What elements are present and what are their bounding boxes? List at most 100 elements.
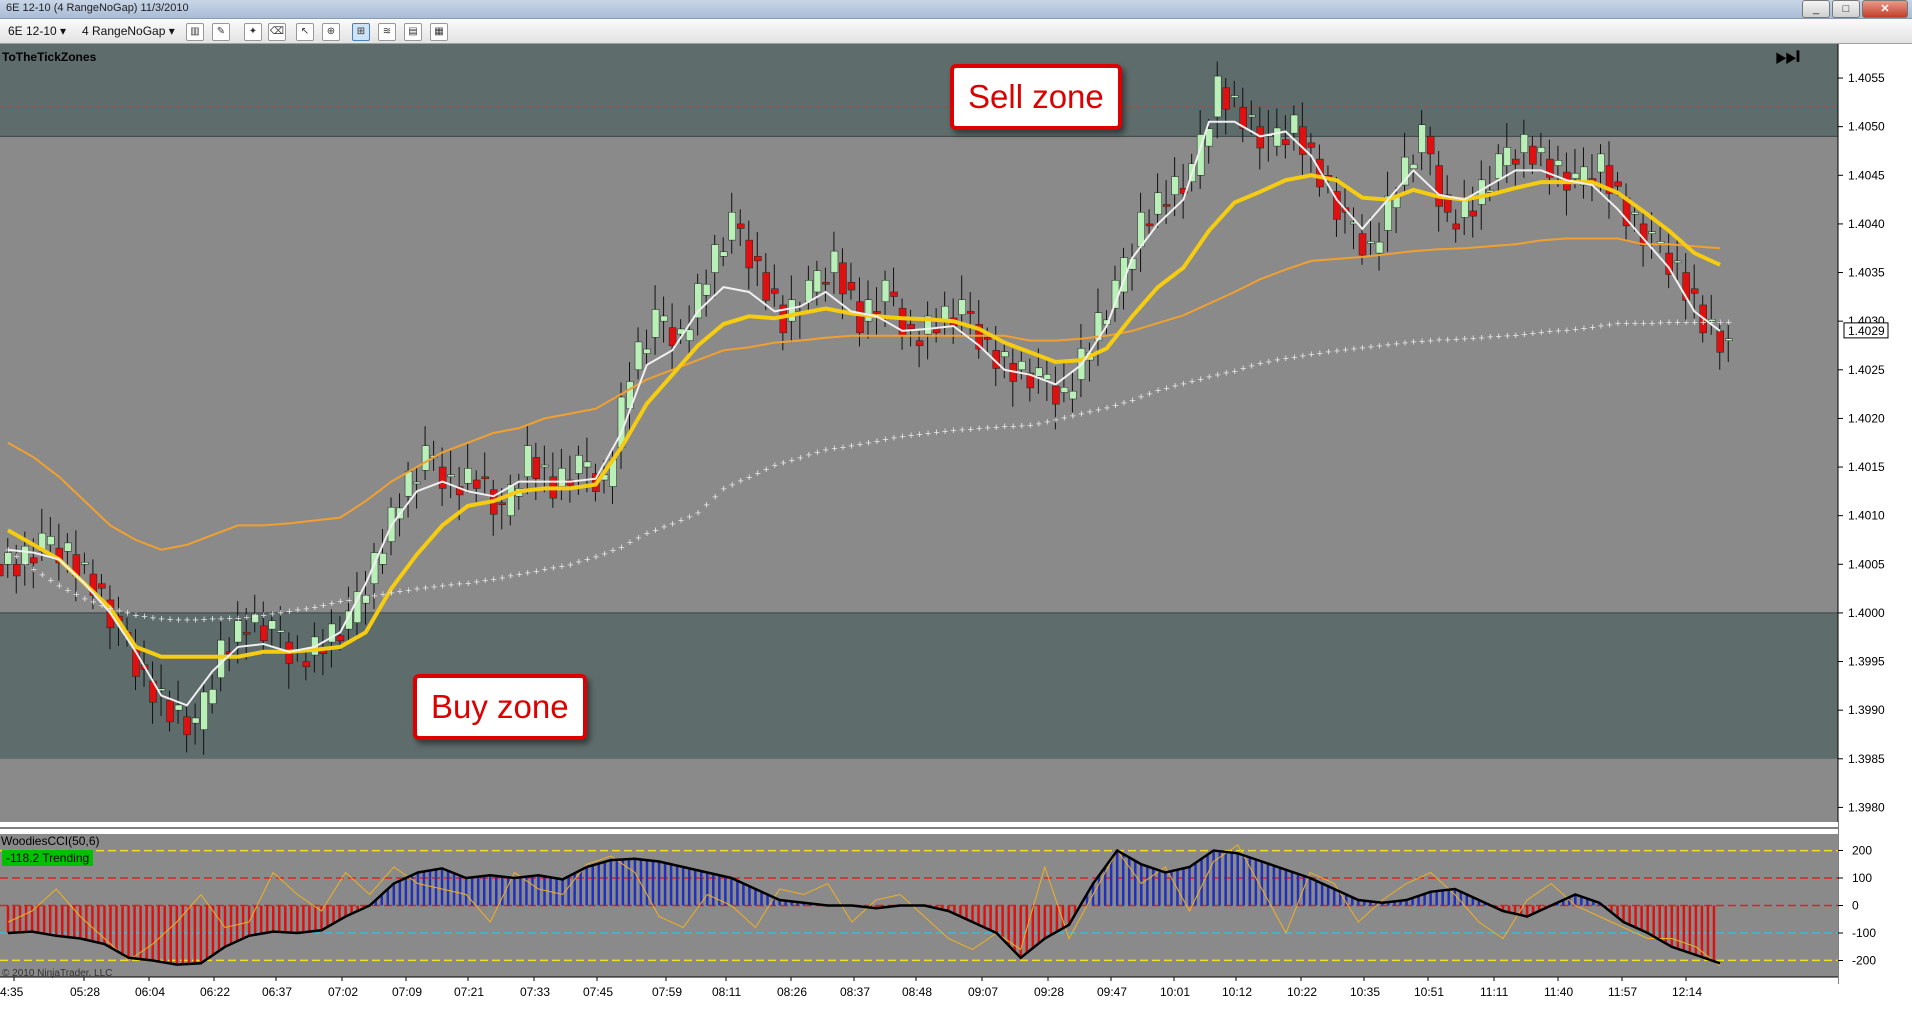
candle-down: [472, 479, 481, 489]
trend-dot: +: [346, 595, 352, 607]
time-tick-label: 07:21: [454, 985, 484, 999]
price-tick-label: 1.4050: [1848, 120, 1885, 134]
trend-dot: +: [848, 441, 854, 453]
trend-dot: +: [601, 548, 607, 560]
candle-up: [958, 299, 966, 315]
period-selector[interactable]: 4 RangeNoGap ▾: [82, 22, 175, 40]
bar-type-icon[interactable]: ▥: [186, 23, 204, 41]
candle-up: [1069, 390, 1077, 400]
close-button[interactable]: ✕: [1862, 0, 1908, 18]
buy-zone-callout: Buy zone: [413, 674, 587, 740]
price-chart[interactable]: 1.40551.40501.40451.40401.40351.40301.40…: [0, 44, 1912, 1009]
candle-up: [1495, 153, 1503, 179]
instrument-selector[interactable]: 6E 12-10 ▾: [8, 22, 66, 40]
strategies-icon[interactable]: ▤: [404, 23, 422, 41]
indicators-icon[interactable]: ≋: [378, 23, 396, 41]
chart-area[interactable]: 1.4055 1.4050 1.4045 1.4040 1.4035 1.4030 1.40…: [0, 40, 1912, 1009]
trend-dot: +: [1513, 330, 1519, 342]
candle-down: [336, 635, 345, 642]
trend-dot: +: [1564, 325, 1570, 337]
pencil-icon[interactable]: ✎: [212, 23, 230, 41]
trend-dot: +: [1649, 318, 1655, 330]
price-tick-label: 1.4005: [1848, 557, 1885, 571]
trend-dot: +: [508, 571, 514, 583]
trend-dot: +: [933, 427, 939, 439]
candle-down: [183, 716, 191, 736]
candle-up: [583, 461, 592, 468]
drawing-tools-icon[interactable]: ✦: [244, 23, 262, 41]
candle-up: [702, 283, 711, 296]
properties-icon[interactable]: ▦: [430, 23, 448, 41]
candle-down: [907, 324, 915, 330]
trend-dot: +: [158, 614, 164, 626]
candle-down: [481, 476, 489, 480]
trend-dot: +: [882, 434, 888, 446]
trend-dot: +: [218, 613, 224, 625]
candle-down: [1435, 165, 1443, 207]
trend-dot: +: [899, 431, 905, 443]
candle-up: [864, 299, 873, 322]
zoom-icon[interactable]: ⊕: [322, 23, 340, 41]
candle-up: [788, 299, 796, 322]
trend-dot: +: [1240, 363, 1246, 375]
cci-tick-label: -100: [1852, 926, 1876, 940]
trend-dot: +: [1095, 405, 1101, 417]
maximize-button[interactable]: □: [1832, 0, 1860, 18]
candle-up: [174, 704, 183, 711]
candle-down: [302, 661, 311, 667]
trend-dot: +: [124, 608, 130, 620]
trend-dot: +: [278, 607, 284, 619]
eraser-icon[interactable]: ⌫: [268, 23, 286, 41]
trend-dot: +: [1027, 420, 1033, 432]
trend-dot: +: [82, 593, 88, 605]
candle-up: [1554, 160, 1563, 166]
trend-dot: +: [243, 612, 249, 624]
trend-dot: +: [422, 583, 428, 595]
trend-dot: +: [226, 613, 232, 625]
trend-dot: +: [1325, 347, 1331, 359]
time-tick-label: 08:48: [902, 985, 932, 999]
trend-dot: +: [1334, 345, 1340, 357]
trend-dot: +: [1342, 344, 1348, 356]
candle-up: [719, 251, 728, 257]
candle-up: [575, 455, 583, 474]
cursor-icon[interactable]: ↖: [296, 23, 314, 41]
time-tick-label: 11:40: [1544, 985, 1573, 999]
trend-dot: +: [1436, 335, 1442, 347]
candle-up: [1725, 338, 1733, 341]
candle-down: [13, 564, 21, 577]
candle-down: [847, 282, 856, 291]
cci-tick-label: 200: [1852, 844, 1872, 858]
trend-dot: +: [1291, 352, 1297, 364]
minimize-button[interactable]: _: [1802, 0, 1830, 18]
candle-down: [1469, 210, 1477, 217]
trend-dot: +: [431, 582, 437, 594]
trend-dot: +: [490, 574, 496, 586]
time-tick-label: 09:07: [968, 985, 998, 999]
time-tick-label: 12:14: [1672, 985, 1702, 999]
cci-tick-label: 0: [1852, 899, 1859, 913]
trend-dot: +: [1700, 317, 1706, 329]
trend-dot: +: [695, 508, 701, 520]
trend-dot: +: [1444, 334, 1450, 346]
candle-up: [277, 630, 285, 633]
time-tick-label: 10:01: [1160, 985, 1190, 999]
trend-dot: +: [192, 614, 198, 626]
scroll-to-end-icon[interactable]: ⏭: [1775, 40, 1800, 73]
crosshair-icon[interactable]: ⊞: [352, 23, 370, 41]
trend-dot: +: [1530, 328, 1536, 340]
trend-dot: +: [763, 464, 769, 476]
candle-down: [260, 625, 268, 642]
trend-dot: +: [1266, 356, 1272, 368]
candle-up: [813, 270, 822, 293]
trend-dot: +: [857, 439, 863, 451]
trend-dot: +: [14, 551, 20, 563]
time-tick-label: 11:57: [1608, 985, 1637, 999]
trend-dot: +: [65, 585, 71, 597]
candle-down: [1690, 288, 1699, 294]
trend-dot: +: [1368, 341, 1374, 353]
candle-up: [1375, 241, 1384, 254]
trend-dot: +: [644, 528, 650, 540]
trend-dot: +: [840, 442, 846, 454]
trend-dot: +: [1274, 355, 1280, 367]
